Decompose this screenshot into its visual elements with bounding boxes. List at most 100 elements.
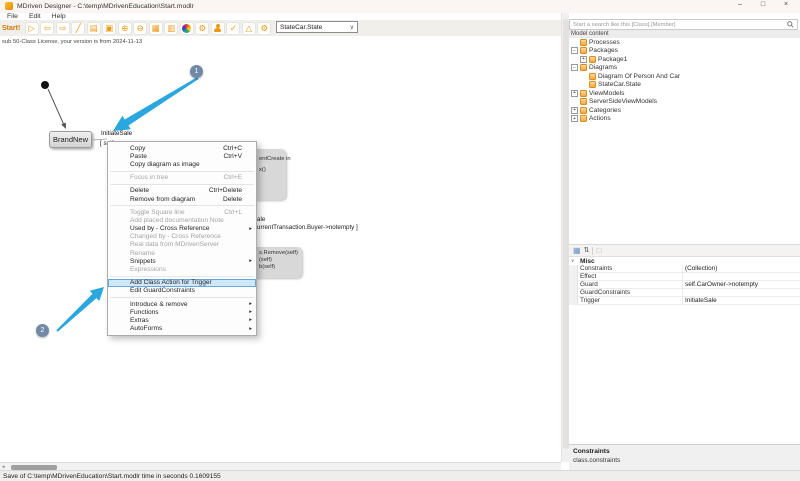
menu-item-copy-diagram-as-image[interactable]: Copy diagram as image [108, 160, 256, 168]
menu-separator [110, 297, 254, 298]
grid-button[interactable]: ▦ [149, 22, 163, 35]
menu-item-used-by-cross-reference[interactable]: Used by - Cross Reference▸ [108, 225, 256, 233]
menu-item-focus-in-tree[interactable]: Focus in treeCtrl+E [108, 174, 256, 182]
menu-item-label: Copy [130, 145, 145, 152]
tree-item-processes[interactable]: Processes [569, 38, 800, 47]
menu-item-label: Introduce & remove [130, 301, 188, 308]
diagram-selector-dropdown[interactable]: StateCar.State ∨ [276, 21, 358, 33]
menu-item-extras[interactable]: Extras▸ [108, 316, 256, 324]
menu-item-label: AutoForms [130, 325, 162, 332]
model-content-header: Model content [569, 30, 800, 38]
validate-button[interactable]: ✓ [226, 22, 240, 35]
person-icon [214, 24, 222, 33]
menu-item-snippets[interactable]: Snippets▸ [108, 257, 256, 265]
menu-item-real-data-from-mdrivenserver[interactable]: Real data from MDrivenServer [108, 241, 256, 249]
property-value[interactable]: self.CarOwner->notempty [682, 281, 800, 288]
minimize-button[interactable]: – [734, 1, 746, 8]
tree-item-label: Actions [589, 115, 611, 122]
person-button[interactable] [211, 22, 225, 35]
collapse-expander-icon[interactable]: − [571, 64, 578, 71]
close-button[interactable]: × [780, 1, 792, 8]
state-box-brandnew[interactable]: BrandNew [49, 131, 92, 148]
initial-state-dot[interactable] [41, 81, 49, 89]
collapse-expander-icon[interactable]: − [571, 47, 578, 54]
maximize-button[interactable]: □ [757, 1, 769, 8]
property-value[interactable] [682, 273, 800, 280]
menu-item-rename[interactable]: Rename [108, 249, 256, 257]
association-button[interactable]: △ [242, 22, 256, 35]
mdriven-designer-window: MDriven Designer - C:\temp\MDrivenEducat… [0, 0, 800, 481]
diagram-vertical-scrollbar[interactable] [561, 13, 569, 462]
menu-item-functions[interactable]: Functions▸ [108, 308, 256, 316]
start-button[interactable]: Start! [2, 25, 20, 32]
menu-item-edit-guardconstraints[interactable]: Edit GuardConstraints [108, 287, 256, 295]
menu-item-paste[interactable]: PasteCtrl+V [108, 152, 256, 160]
settings-gear-button[interactable]: ⚙ [257, 22, 271, 35]
menu-item-delete[interactable]: DeleteCtrl+Delete [108, 187, 256, 195]
tree-item-label: ServerSideViewModels [589, 98, 657, 105]
screen-button[interactable]: ▣ [102, 22, 116, 35]
tree-item-diagram-of-person-and-car[interactable]: Diagram Of Person And Car [569, 72, 800, 81]
property-value[interactable]: InitiateSale [682, 297, 800, 304]
color-wheel-icon [182, 24, 191, 33]
property-row-guardconstraints[interactable]: GuardConstraints [578, 289, 800, 297]
expand-expander-icon[interactable]: + [571, 115, 578, 122]
property-group-misc[interactable]: ∨ Misc [569, 257, 800, 265]
actions-icon [580, 115, 587, 122]
nav-forward-button[interactable]: ⇨ [56, 22, 70, 35]
property-value[interactable]: (Collection) [682, 265, 800, 272]
diagram-horizontal-scrollbar[interactable]: ◂ [0, 462, 561, 470]
tree-item-serversideviewmodels[interactable]: ServerSideViewModels [569, 98, 800, 107]
right-panel: Start a search like this [Class].[Member… [569, 13, 800, 470]
zoom-out-button[interactable]: ⊖ [133, 22, 147, 35]
gears-button[interactable]: ⚙ [195, 22, 209, 35]
property-value[interactable] [682, 289, 800, 296]
diagram-icon [589, 73, 596, 80]
menu-item-introduce-and-remove[interactable]: Introduce & remove▸ [108, 300, 256, 308]
menu-item-label: Used by - Cross Reference [130, 225, 210, 232]
tree-item-categories[interactable]: + Categories [569, 106, 800, 115]
tree-item-viewmodels[interactable]: + ViewModels [569, 89, 800, 98]
tree-item-label: Diagrams [589, 64, 617, 71]
menu-item-remove-from-diagram[interactable]: Remove from diagramDelete [108, 195, 256, 203]
tree-item-package1[interactable]: + Package1 [569, 55, 800, 64]
tree-item-label: Package1 [598, 56, 627, 63]
transition-label[interactable]: InitiateSale [101, 130, 132, 137]
property-row-guard[interactable]: Guard self.CarOwner->notempty [578, 281, 800, 289]
draw-line-button[interactable]: ╱ [71, 22, 85, 35]
property-row-trigger[interactable]: Trigger InitiateSale [578, 297, 800, 305]
menu-edit[interactable]: Edit [29, 13, 41, 20]
sort-alphabetical-icon[interactable]: ⇅ [584, 247, 590, 254]
menu-item-expressions[interactable]: Expressions [108, 265, 256, 273]
menu-item-toggle-square-line[interactable]: Toggle Square lineCtrl+L [108, 208, 256, 216]
menu-item-autoforms[interactable]: AutoForms▸ [108, 325, 256, 333]
property-pages-icon[interactable]: □ [596, 247, 601, 255]
property-row-constraints[interactable]: Constraints (Collection) [578, 265, 800, 273]
tree-item-diagrams[interactable]: − Diagrams [569, 64, 800, 73]
property-row-effect[interactable]: Effect [578, 273, 800, 281]
expand-expander-icon[interactable]: + [571, 107, 578, 114]
categorized-view-icon[interactable]: ▦ [573, 247, 581, 255]
play-button[interactable]: ▷ [25, 22, 39, 35]
model-search-input[interactable]: Start a search like this [Class].[Member… [569, 19, 798, 30]
class-box-icon: ▤ [90, 24, 98, 33]
tree-item-packages[interactable]: − Packages [569, 47, 800, 56]
tree-item-statecar-state[interactable]: StateCar.State [569, 81, 800, 90]
title-bar: MDriven Designer - C:\temp\MDrivenEducat… [0, 0, 800, 13]
class-box-button[interactable]: ▤ [87, 22, 101, 35]
menu-item-label: Real data from MDrivenServer [130, 241, 219, 248]
menu-item-changed-by-cross-reference[interactable]: Changed by - Cross Reference [108, 233, 256, 241]
color-wheel-button[interactable] [180, 22, 194, 35]
menu-file[interactable]: File [7, 13, 18, 20]
menu-item-copy[interactable]: CopyCtrl+C [108, 144, 256, 152]
menu-item-add-placed-documentation-note[interactable]: Add placed documentation Note [108, 216, 256, 224]
tree-item-actions[interactable]: + Actions [569, 115, 800, 124]
copy-diagram-button[interactable]: ▥ [164, 22, 178, 35]
expand-expander-icon[interactable]: + [580, 56, 587, 63]
zoom-in-button[interactable]: ⊕ [118, 22, 132, 35]
menu-help[interactable]: Help [52, 13, 66, 20]
expand-expander-icon[interactable]: + [571, 90, 578, 97]
scrollbar-thumb[interactable] [11, 465, 57, 470]
menu-item-add-class-action-for-trigger[interactable]: Add Class Action for Trigger [108, 279, 256, 287]
nav-back-button[interactable]: ⇦ [40, 22, 54, 35]
